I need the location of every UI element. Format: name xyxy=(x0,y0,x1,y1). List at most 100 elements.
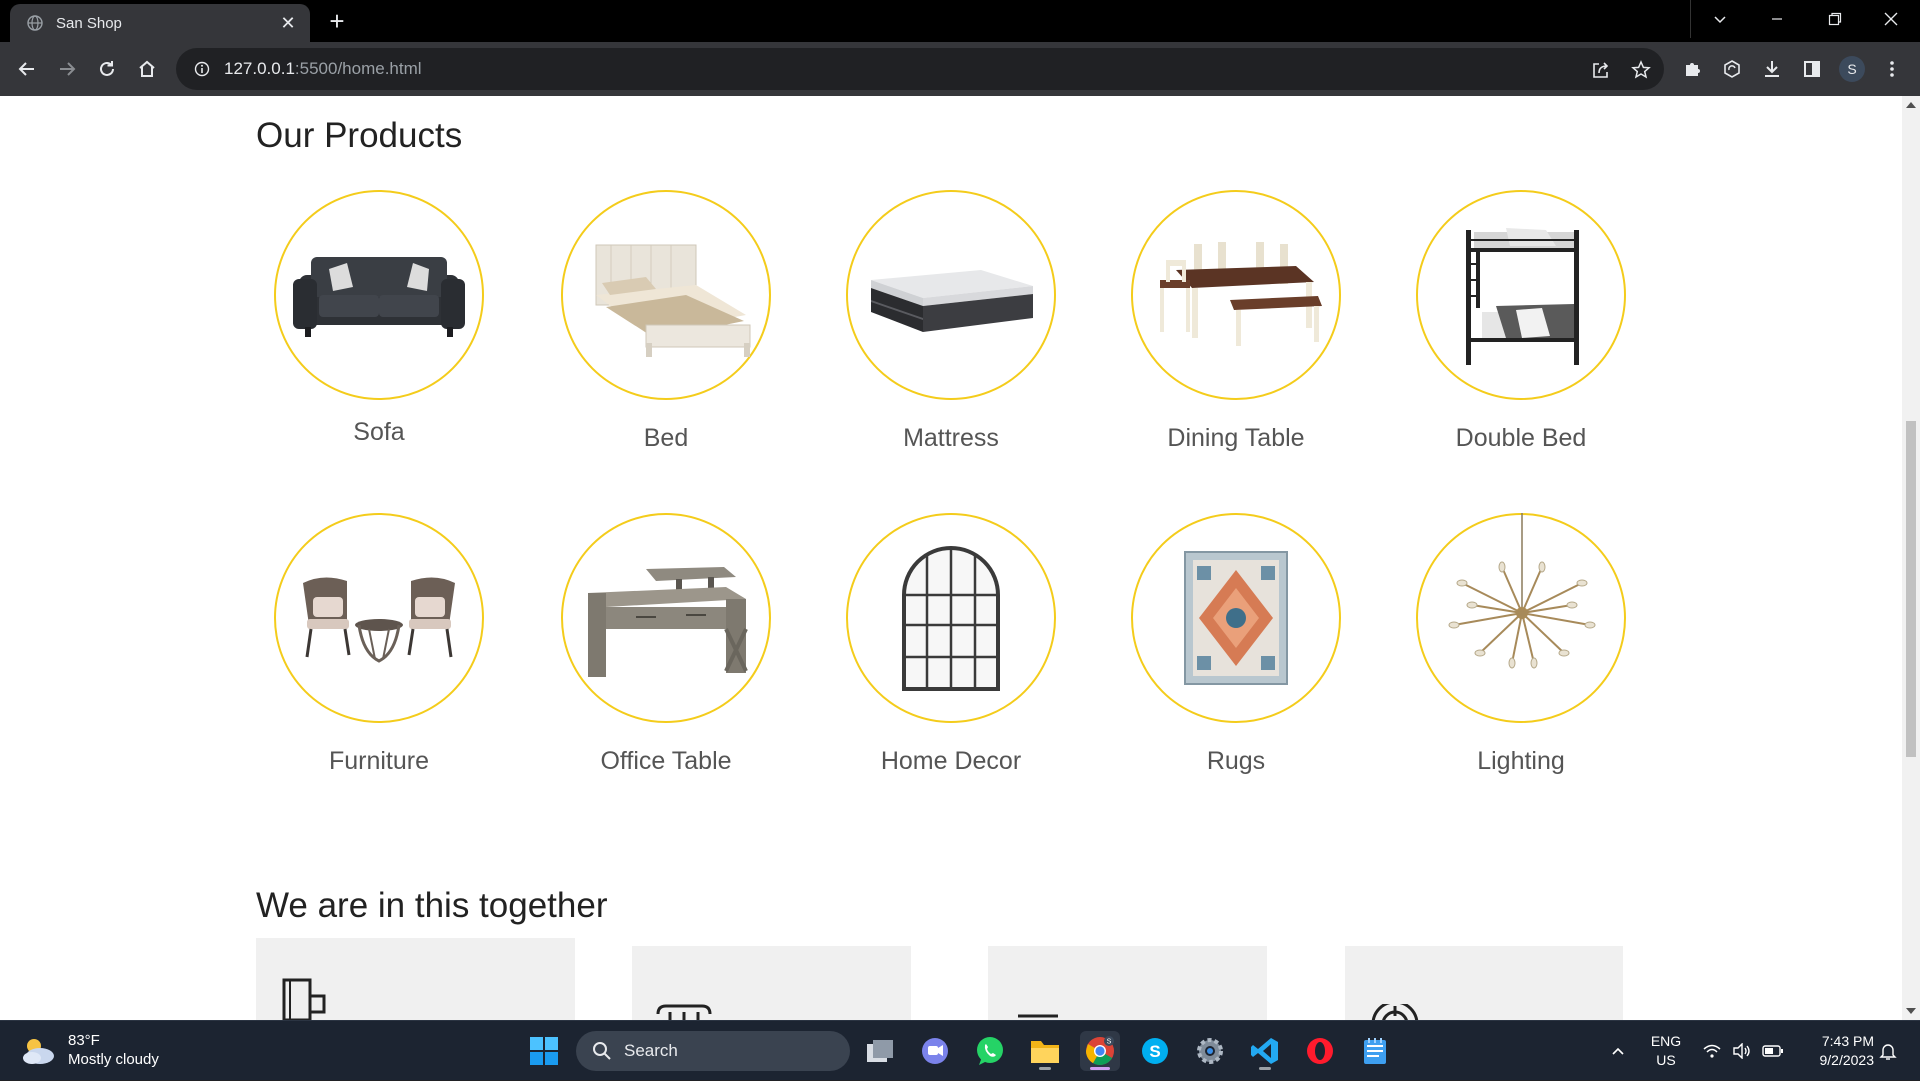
search-label: Search xyxy=(624,1041,678,1060)
extensions-puzzle-icon[interactable] xyxy=(1676,53,1708,85)
volume-icon[interactable] xyxy=(1730,1021,1754,1081)
product-label[interactable]: Office Table xyxy=(561,747,771,776)
scroll-down-arrow-icon[interactable] xyxy=(1906,1008,1916,1014)
vscode-icon[interactable] xyxy=(1245,1031,1285,1071)
product-label[interactable]: Home Decor xyxy=(846,747,1056,776)
product-office-table[interactable]: Office Table xyxy=(561,513,771,776)
settings-gear-icon[interactable] xyxy=(1190,1031,1230,1071)
browser-tab[interactable]: San Shop ✕ xyxy=(10,4,310,42)
product-mattress[interactable]: Mattress xyxy=(846,190,1056,453)
product-label[interactable]: Bed xyxy=(561,424,771,453)
home-icon[interactable] xyxy=(131,53,163,85)
product-label[interactable]: Sofa xyxy=(274,418,484,447)
product-sofa[interactable]: Sofa xyxy=(274,190,484,447)
skype-icon[interactable]: S xyxy=(1135,1031,1175,1071)
product-circle[interactable] xyxy=(274,513,484,723)
patio-furniture-image xyxy=(303,577,455,663)
system-clock[interactable]: 7:43 PM 9/2/2023 xyxy=(1796,1021,1875,1081)
input-language-indicator[interactable]: ENG US xyxy=(1646,1021,1686,1081)
product-label[interactable]: Mattress xyxy=(846,424,1056,453)
product-circle[interactable] xyxy=(846,190,1056,400)
tab-close-icon[interactable]: ✕ xyxy=(278,13,298,34)
product-circle[interactable] xyxy=(1131,190,1341,400)
feature-card xyxy=(256,938,575,1020)
product-circle[interactable] xyxy=(274,190,484,400)
opera-icon[interactable] xyxy=(1300,1031,1340,1071)
cloudy-weather-icon xyxy=(23,1039,54,1064)
browser-toolbar: 127.0.0.1:5500/home.html S xyxy=(0,42,1920,96)
product-circle[interactable] xyxy=(1416,513,1626,723)
product-home-decor[interactable]: Home Decor xyxy=(846,513,1056,776)
bunk-bed-image xyxy=(1466,228,1579,365)
product-lighting[interactable]: Lighting xyxy=(1416,513,1626,776)
new-tab-button[interactable]: + xyxy=(322,6,352,36)
product-label[interactable]: Rugs xyxy=(1131,747,1341,776)
product-circle[interactable] xyxy=(1131,513,1341,723)
scrollbar-thumb[interactable] xyxy=(1906,421,1916,757)
restore-icon[interactable] xyxy=(1806,0,1864,38)
running-indicator xyxy=(1039,1067,1051,1070)
back-arrow-icon[interactable] xyxy=(11,53,43,85)
tray-overflow-chevron-icon[interactable] xyxy=(1602,1021,1634,1081)
teams-chat-icon[interactable] xyxy=(915,1031,955,1071)
reload-icon[interactable] xyxy=(91,53,123,85)
bed-image xyxy=(595,244,751,357)
chrome-icon[interactable]: S xyxy=(1080,1031,1120,1071)
whatsapp-icon[interactable] xyxy=(970,1031,1010,1071)
product-circle[interactable] xyxy=(846,513,1056,723)
file-explorer-icon[interactable] xyxy=(1025,1031,1065,1071)
door-icon xyxy=(282,978,326,1020)
keyboard-region: US xyxy=(1656,1052,1676,1068)
page-viewport: Our Products Sofa Bed Mattress Dining Ta… xyxy=(0,96,1920,1020)
product-label[interactable]: Double Bed xyxy=(1416,424,1626,453)
side-panel-icon[interactable] xyxy=(1796,53,1828,85)
office-table-image xyxy=(588,567,748,677)
notification-bell-icon[interactable] xyxy=(1874,1021,1902,1081)
product-double-bed[interactable]: Double Bed xyxy=(1416,190,1626,453)
search-icon xyxy=(593,1042,611,1060)
running-indicator xyxy=(1259,1067,1271,1070)
rug-image xyxy=(1184,551,1288,685)
scroll-up-arrow-icon[interactable] xyxy=(1906,102,1916,108)
product-rugs[interactable]: Rugs xyxy=(1131,513,1341,776)
product-circle[interactable] xyxy=(1416,190,1626,400)
weather-widget[interactable]: 83°F Mostly cloudy xyxy=(20,1031,159,1069)
extension-sync-icon[interactable] xyxy=(1716,53,1748,85)
task-view-icon[interactable] xyxy=(860,1031,900,1071)
weather-temperature: 83°F xyxy=(68,1032,100,1049)
clock-time: 7:43 PM xyxy=(1821,1033,1874,1049)
profile-avatar[interactable]: S xyxy=(1836,53,1868,85)
more-menu-icon[interactable] xyxy=(1876,53,1908,85)
globe-icon xyxy=(26,14,44,32)
product-furniture[interactable]: Furniture xyxy=(274,513,484,776)
window-close-icon[interactable] xyxy=(1862,0,1920,38)
arched-mirror-image xyxy=(902,546,1000,691)
taskbar-search[interactable]: Search xyxy=(576,1031,850,1071)
products-heading: Our Products xyxy=(256,116,463,155)
product-label[interactable]: Furniture xyxy=(274,747,484,776)
product-label[interactable]: Lighting xyxy=(1416,747,1626,776)
product-circle[interactable] xyxy=(561,513,771,723)
forward-arrow-icon[interactable] xyxy=(51,53,83,85)
wifi-icon[interactable] xyxy=(1700,1021,1724,1081)
notepad-icon[interactable] xyxy=(1355,1031,1395,1071)
windows-start-icon[interactable] xyxy=(528,1035,560,1067)
site-info-icon[interactable] xyxy=(190,57,214,81)
download-icon[interactable] xyxy=(1756,53,1788,85)
product-bed[interactable]: Bed xyxy=(561,190,771,453)
product-circle[interactable] xyxy=(561,190,771,400)
product-dining-table[interactable]: Dining Table xyxy=(1131,190,1341,453)
feature-card xyxy=(632,946,911,1020)
minimize-icon[interactable] xyxy=(1748,0,1806,38)
page-scrollbar[interactable] xyxy=(1902,96,1920,1020)
chrome-profile-badge: S xyxy=(1107,1039,1112,1046)
column-icon xyxy=(656,1004,712,1020)
battery-icon[interactable] xyxy=(1760,1021,1786,1081)
tab-title: San Shop xyxy=(56,14,122,32)
product-label[interactable]: Dining Table xyxy=(1131,424,1341,453)
sofa-image xyxy=(293,257,465,337)
share-icon[interactable] xyxy=(1588,57,1614,83)
address-bar[interactable]: 127.0.0.1:5500/home.html xyxy=(176,48,1664,90)
tab-search-chevron-icon[interactable] xyxy=(1690,0,1748,38)
bookmark-star-icon[interactable] xyxy=(1628,57,1654,83)
